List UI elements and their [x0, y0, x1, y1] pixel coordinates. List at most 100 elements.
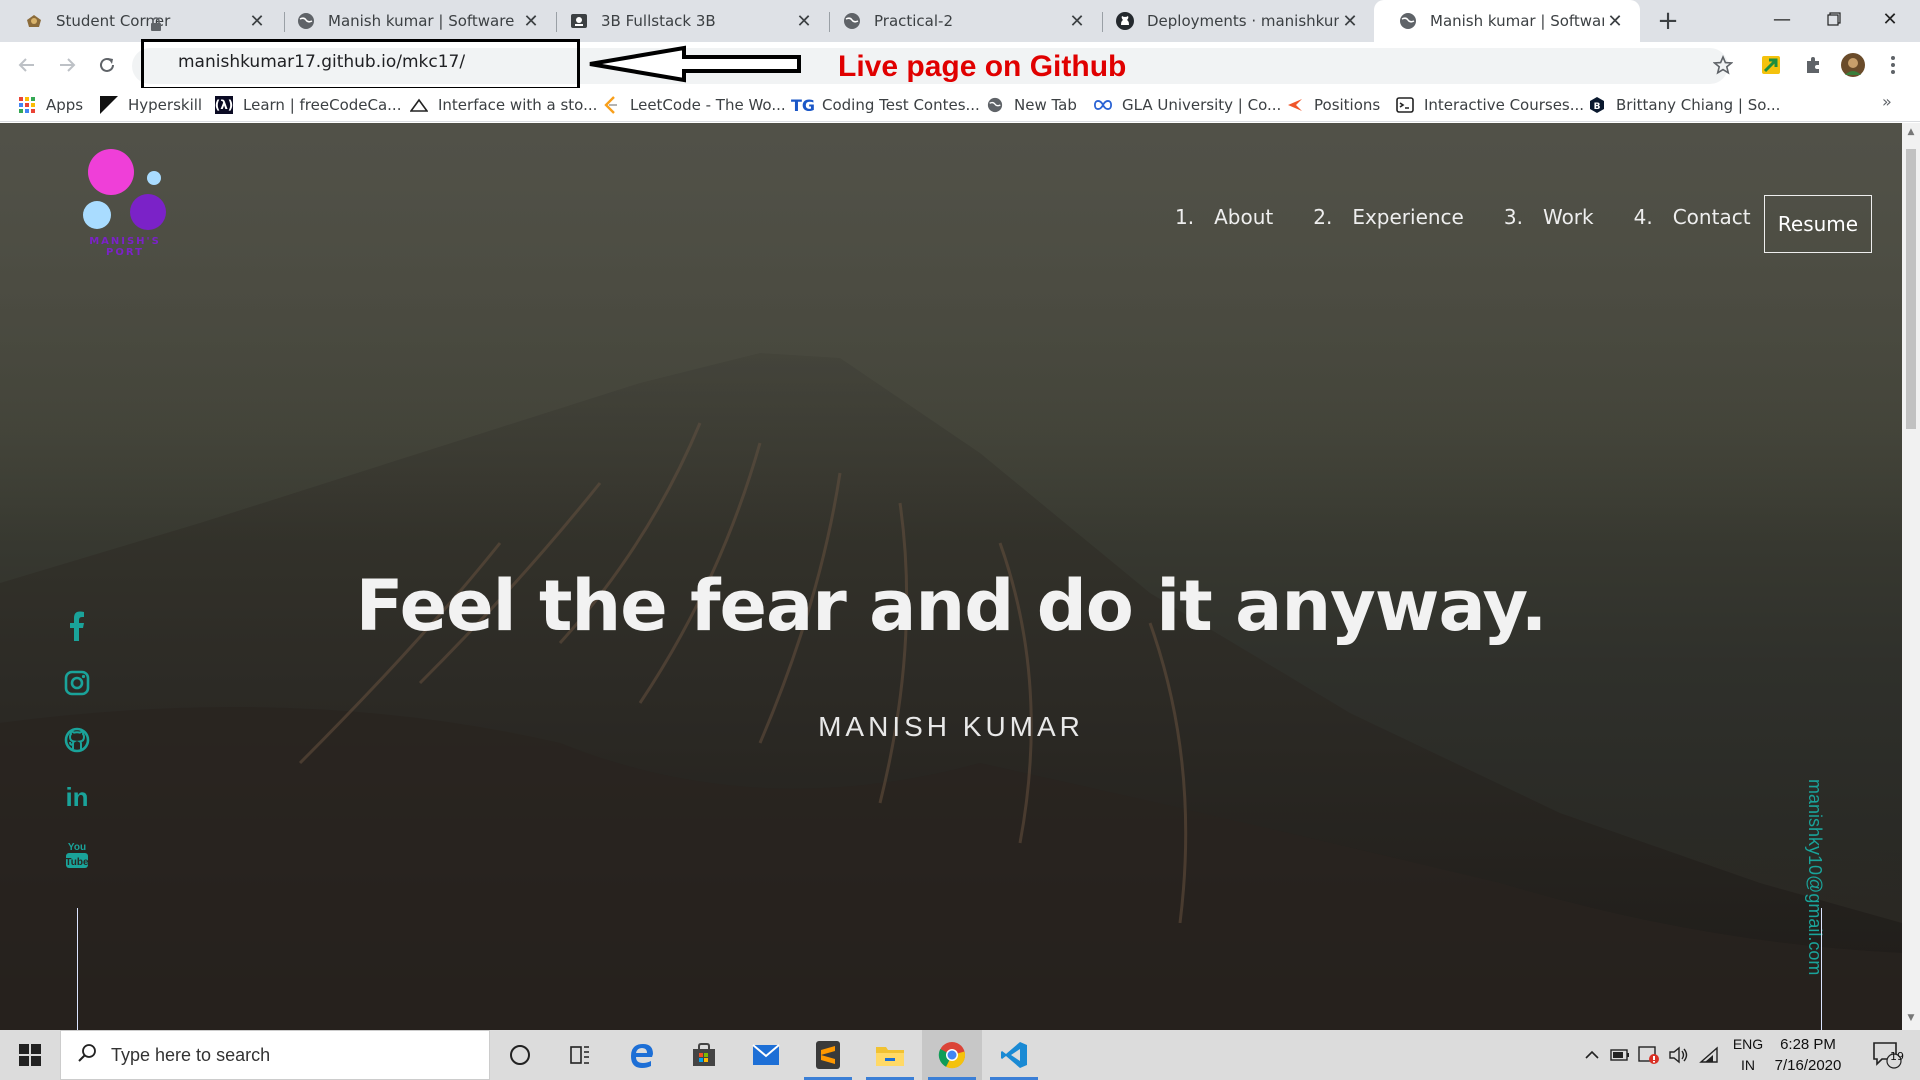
bookmark-new-tab[interactable]: New Tab — [986, 88, 1077, 122]
close-icon[interactable]: ✕ — [793, 10, 815, 32]
student-corner-icon — [24, 11, 44, 31]
close-icon[interactable]: ✕ — [246, 10, 268, 32]
scroll-up-icon[interactable]: ▲ — [1906, 127, 1916, 137]
bookmark-hyperskill[interactable]: Hyperskill — [100, 88, 202, 122]
nav-about[interactable]: 1. About — [1175, 205, 1273, 229]
extensions-icon[interactable] — [1800, 52, 1826, 78]
bookmark-label: New Tab — [1014, 96, 1077, 114]
notification-count: 19 — [1890, 1050, 1904, 1063]
bookmark-freecodecamp[interactable]: (λ) Learn | freeCodeCa... — [215, 88, 401, 122]
social-links: in You Tube — [60, 609, 94, 894]
star-icon[interactable] — [1710, 52, 1736, 78]
bookmark-interactive-courses[interactable]: Interactive Courses... — [1396, 88, 1584, 122]
bookmarks-bar: Apps Hyperskill (λ) Learn | freeCodeCa..… — [0, 88, 1920, 122]
mail-icon[interactable] — [736, 1030, 796, 1080]
facebook-icon[interactable] — [60, 609, 94, 643]
menu-icon[interactable] — [1880, 52, 1906, 78]
nav-experience[interactable]: 2. Experience — [1313, 205, 1464, 229]
back-button[interactable] — [10, 48, 44, 82]
github-icon[interactable] — [60, 723, 94, 757]
annotation-label: Live page on Github — [838, 50, 1127, 83]
clock-date: 7/16/2020 — [1774, 1057, 1842, 1074]
mountain-icon — [410, 96, 428, 114]
wifi-icon[interactable] — [1696, 1030, 1722, 1080]
bookmark-label: Coding Test Contes... — [822, 96, 980, 114]
clock-time: 6:28 PM — [1780, 1036, 1836, 1053]
vscode-icon[interactable] — [984, 1030, 1044, 1080]
show-hidden-icons[interactable] — [1580, 1030, 1604, 1080]
security-alert-icon[interactable] — [1636, 1030, 1662, 1080]
taskbar-search[interactable]: Type here to search — [60, 1030, 490, 1080]
volume-icon[interactable] — [1666, 1030, 1690, 1080]
nav-label: About — [1214, 205, 1274, 229]
more-bookmarks-icon[interactable]: » — [1882, 92, 1892, 111]
bookmark-coding-test[interactable]: TG Coding Test Contes... — [791, 88, 980, 122]
logo-dot — [130, 194, 166, 230]
tab-title: Deployments · manishkumar — [1147, 12, 1339, 30]
close-icon[interactable]: ✕ — [520, 10, 542, 32]
bookmark-positions[interactable]: Positions — [1286, 88, 1380, 122]
task-view-icon[interactable] — [550, 1030, 610, 1080]
close-window-button[interactable]: ✕ — [1860, 0, 1920, 38]
minimize-button[interactable]: — — [1752, 0, 1812, 38]
svg-text:You: You — [68, 842, 86, 853]
site-nav: 1. About 2. Experience 3. Work 4. Contac… — [1175, 205, 1791, 229]
battery-icon[interactable] — [1608, 1030, 1632, 1080]
terminal-icon — [1396, 96, 1414, 114]
reload-button[interactable] — [90, 48, 124, 82]
maximize-button[interactable] — [1804, 0, 1864, 38]
store-icon[interactable] — [674, 1030, 734, 1080]
bookmark-label: LeetCode - The Wo... — [630, 96, 786, 114]
tab-manish-kumar-1[interactable]: Manish kumar | Software Eng ✕ — [272, 0, 556, 42]
nav-contact[interactable]: 4. Contact — [1634, 205, 1751, 229]
resume-button[interactable]: Resume — [1764, 195, 1872, 253]
clock[interactable]: 6:28 PM 7/16/2020 — [1762, 1034, 1854, 1076]
bookmark-leetcode[interactable]: LeetCode - The Wo... — [602, 88, 786, 122]
edge-icon[interactable] — [612, 1030, 672, 1080]
bookmark-interface[interactable]: Interface with a sto... — [410, 88, 597, 122]
windows-taskbar: Type here to search ENG IN 6:28 PM 7/16/… — [0, 1030, 1920, 1080]
nav-number: 4. — [1633, 205, 1653, 229]
site-logo[interactable]: MANISH'S PORT — [70, 149, 180, 258]
bookmark-brittany-chiang[interactable]: B Brittany Chiang | So... — [1588, 88, 1780, 122]
freecodecamp-icon: (λ) — [214, 96, 234, 114]
instagram-icon[interactable] — [60, 666, 94, 700]
extension-arrow-icon[interactable] — [1758, 52, 1784, 78]
bookmark-apps[interactable]: Apps — [18, 88, 83, 122]
bookmark-label: Hyperskill — [128, 96, 203, 114]
scroll-down-icon[interactable]: ▼ — [1906, 1013, 1916, 1023]
file-explorer-icon[interactable] — [860, 1030, 920, 1080]
globe-icon — [986, 96, 1004, 114]
cortana-icon[interactable] — [490, 1030, 550, 1080]
close-icon[interactable]: ✕ — [1604, 10, 1626, 32]
bookmark-label: GLA University | Co... — [1122, 96, 1282, 114]
scroll-thumb[interactable] — [1906, 149, 1916, 429]
windows-start-button[interactable] — [0, 1030, 60, 1080]
tab-manish-kumar-active[interactable]: Manish kumar | Software Eng ✕ — [1374, 0, 1640, 42]
sublime-text-icon[interactable] — [798, 1030, 858, 1080]
linkedin-icon[interactable]: in — [60, 780, 94, 814]
nav-number: 2. — [1313, 205, 1333, 229]
profile-avatar[interactable] — [1840, 52, 1866, 78]
close-icon[interactable]: ✕ — [1339, 10, 1361, 32]
tab-3b-fullstack[interactable]: 3B Fullstack 3B ✕ — [545, 0, 829, 42]
bookmark-gla[interactable]: GLA University | Co... — [1094, 88, 1281, 122]
classroom-icon — [569, 11, 589, 31]
notifications-icon[interactable]: 19 — [1862, 1030, 1912, 1080]
page-scrollbar[interactable]: ▲ ▼ — [1902, 123, 1920, 1030]
github-icon — [1115, 11, 1135, 31]
logo-text: MANISH'S PORT — [89, 236, 161, 258]
close-icon[interactable]: ✕ — [1066, 10, 1088, 32]
tab-title: 3B Fullstack 3B — [601, 12, 716, 30]
new-tab-button[interactable]: + — [1652, 6, 1684, 36]
forward-button[interactable] — [50, 48, 84, 82]
tab-deployments[interactable]: Deployments · manishkumar ✕ — [1091, 0, 1375, 42]
email-divider-line — [1821, 908, 1822, 1030]
tab-student-corner[interactable]: Student Corner ✕ — [0, 0, 282, 42]
nav-work[interactable]: 3. Work — [1504, 205, 1594, 229]
svg-text:B: B — [1594, 102, 1601, 112]
svg-text:Tube: Tube — [65, 857, 89, 868]
youtube-icon[interactable]: You Tube — [60, 837, 94, 871]
chrome-icon[interactable] — [922, 1030, 982, 1080]
tab-practical-2[interactable]: Practical-2 ✕ — [818, 0, 1102, 42]
